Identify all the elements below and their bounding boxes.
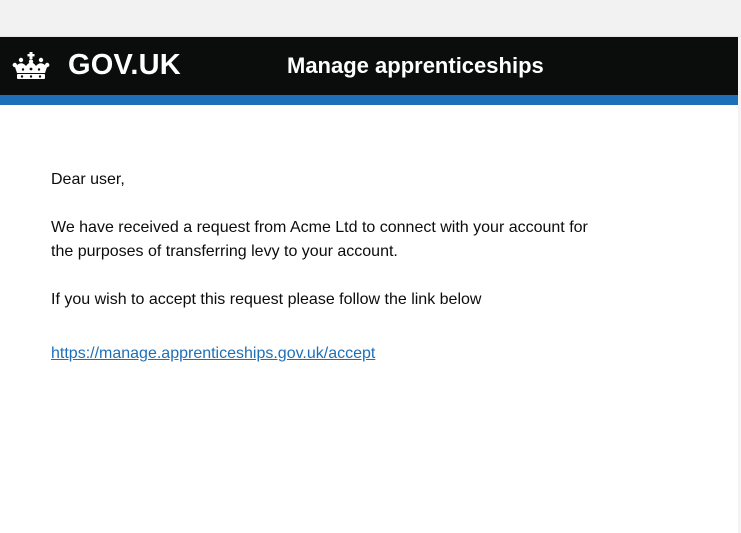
- header-blue-rule: [0, 95, 738, 105]
- accept-link[interactable]: https://manage.apprenticeships.gov.uk/ac…: [51, 342, 375, 366]
- service-name[interactable]: Manage apprenticeships: [287, 52, 544, 80]
- browser-top-strip: [0, 0, 741, 37]
- crown-icon: [12, 52, 50, 79]
- request-paragraph: We have received a request from Acme Ltd…: [51, 219, 588, 260]
- email-body: Dear user, We have received a request fr…: [51, 168, 611, 366]
- greeting-text: Dear user,: [51, 171, 125, 188]
- govuk-logotype[interactable]: GOV.UK: [68, 47, 181, 83]
- instruction-paragraph: If you wish to accept this request pleas…: [51, 291, 482, 308]
